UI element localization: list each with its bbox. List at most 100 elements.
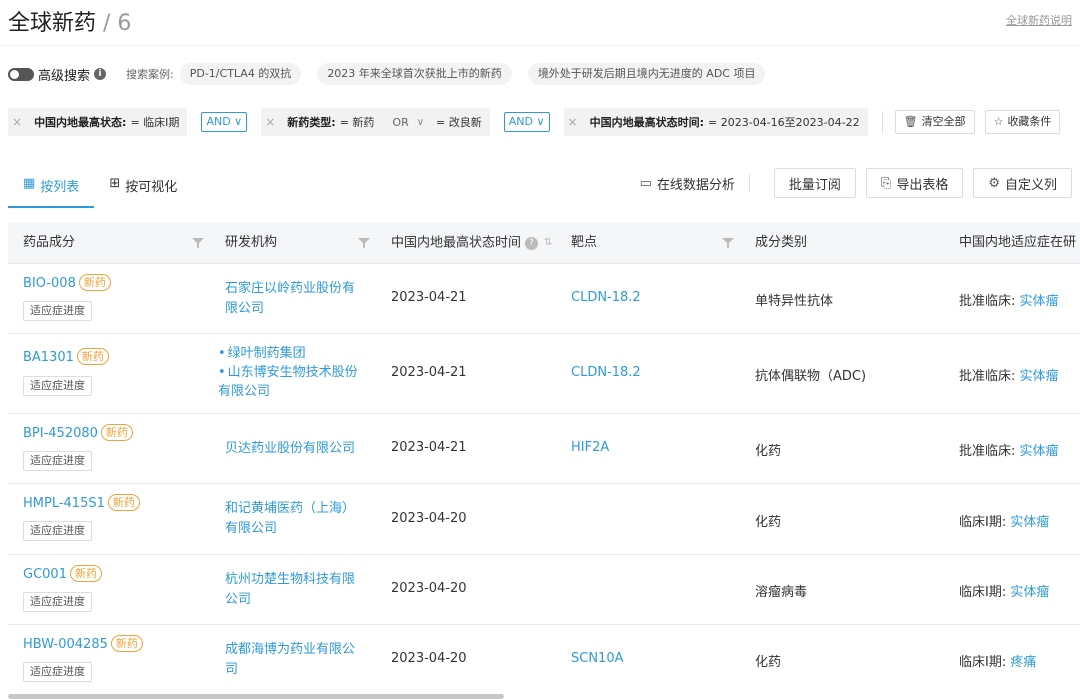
indication-progress-button[interactable]: 适应症进度 xyxy=(23,301,92,321)
indication-link[interactable]: 疼痛 xyxy=(1010,655,1036,670)
tab-visual[interactable]: ⊞ 按可视化 xyxy=(94,168,192,208)
indication-progress-button[interactable]: 适应症进度 xyxy=(23,521,92,541)
export-table-label: 导出表格 xyxy=(896,176,949,192)
filter-status-time[interactable]: × 中国内地最高状态时间: = 2023-04-16至2023-04-22 xyxy=(563,108,868,136)
sort-icon[interactable]: ⇅ xyxy=(544,237,552,248)
org-link[interactable]: 山东博安生物技术股份有限公司 xyxy=(218,365,358,399)
horizontal-scrollbar[interactable] xyxy=(8,694,504,699)
indication-link[interactable]: 实体瘤 xyxy=(1020,369,1059,384)
indication-progress-button[interactable]: 适应症进度 xyxy=(23,592,92,612)
search-row: 高级搜索 i 搜索案例: PD-1/CTLA4 的双抗 2023 年来全球首次获… xyxy=(8,62,781,86)
column-header-org: 研发机构 xyxy=(225,235,278,250)
drug-cell: BIO-008 新药 xyxy=(23,274,111,291)
chevron-down-icon[interactable]: ∨ xyxy=(417,117,424,128)
filter-key: 中国内地最高状态: xyxy=(34,116,127,129)
status-date: 2023-04-21 xyxy=(391,290,467,305)
tab-list[interactable]: ▦ 按列表 xyxy=(8,168,95,208)
drug-name-link[interactable]: BA1301 xyxy=(23,350,74,365)
help-link[interactable]: 全球新药说明 xyxy=(1006,12,1072,28)
indication-link[interactable]: 实体瘤 xyxy=(1010,515,1049,530)
clear-all-label: 清空全部 xyxy=(921,116,966,128)
indication-progress-cell: 适应症进度 xyxy=(23,662,92,682)
filter-row: × 中国内地最高状态: = 临床I期 AND ∨ × 新药类型: = 新药 OR… xyxy=(8,108,1070,136)
status-date: 2023-04-21 xyxy=(391,440,467,455)
bullet-icon: • xyxy=(218,346,226,361)
and-operator-select[interactable]: AND ∨ xyxy=(503,112,550,132)
drug-name-link[interactable]: HMPL-415S1 xyxy=(23,496,105,511)
indication-progress-cell: 适应症进度 xyxy=(23,521,92,541)
filter-key: 新药类型: xyxy=(287,116,336,129)
example-chip[interactable]: PD-1/CTLA4 的双抗 xyxy=(179,63,302,85)
example-chip[interactable]: 境外处于研发后期且境内无进度的 ADC 项目 xyxy=(527,63,766,85)
org-link[interactable]: 绿叶制药集团 xyxy=(228,346,306,361)
chart-icon: ▭ xyxy=(639,175,652,191)
target-link[interactable]: CLDN-18.2 xyxy=(571,290,641,305)
save-conditions-button[interactable]: ☆ 收藏条件 xyxy=(984,110,1061,134)
indication-progress-button[interactable]: 适应症进度 xyxy=(23,376,92,396)
target-link[interactable]: CLDN-18.2 xyxy=(571,365,641,380)
filter-drug-type[interactable]: × 新药类型: = 新药 OR ∨ = 改良新 xyxy=(261,108,490,136)
org-link[interactable]: 贝达药业股份有限公司 xyxy=(225,439,375,459)
help-icon[interactable]: ? xyxy=(525,236,539,250)
status-date: 2023-04-21 xyxy=(391,365,467,380)
org-list-item[interactable]: • 山东博安生物技术股份有限公司 xyxy=(218,363,363,401)
remove-filter-icon[interactable]: × xyxy=(12,115,22,129)
indication-status: 临床I期: xyxy=(959,515,1007,530)
clear-all-button[interactable]: 🗑 清空全部 xyxy=(894,110,975,134)
drug-name-link[interactable]: HBW-004285 xyxy=(23,637,108,652)
drug-cell: HBW-004285 新药 xyxy=(23,635,143,652)
indication-cell: 临床I期: 实体瘤 xyxy=(959,511,1049,530)
tab-list-label: 按列表 xyxy=(40,180,80,195)
org-list-item[interactable]: • 绿叶制药集团 xyxy=(218,344,363,363)
or-operator[interactable]: OR xyxy=(392,116,408,129)
target-link[interactable]: HIF2A xyxy=(571,440,609,455)
filter-icon[interactable] xyxy=(722,237,734,249)
drug-name-link[interactable]: BPI-452080 xyxy=(23,426,98,441)
indication-progress-button[interactable]: 适应症进度 xyxy=(23,451,92,471)
column-header-target: 靶点 xyxy=(571,235,598,250)
org-link[interactable]: 石家庄以岭药业股份有限公司 xyxy=(225,279,357,319)
table-row: HMPL-415S1 新药 适应症进度 和记黄埔医药（上海）有限公司 2023-0… xyxy=(8,484,1080,555)
remove-filter-icon[interactable]: × xyxy=(265,115,275,129)
drug-name-link[interactable]: GC001 xyxy=(23,567,67,582)
remove-filter-icon[interactable]: × xyxy=(568,115,578,129)
indication-status: 批准临床: xyxy=(959,444,1016,459)
batch-subscribe-label: 批量订阅 xyxy=(788,176,841,192)
export-table-button[interactable]: ⎘ 导出表格 xyxy=(865,168,964,198)
table-row: BA1301 新药 适应症进度 • 绿叶制药集团 • 山东博安生物技术股份有限公司 2… xyxy=(8,334,1080,414)
batch-subscribe-button[interactable]: 批量订阅 xyxy=(773,168,856,198)
org-link[interactable]: 杭州功楚生物科技有限公司 xyxy=(225,570,357,610)
indication-cell: 临床I期: 实体瘤 xyxy=(959,581,1049,600)
filter-icon[interactable] xyxy=(358,237,370,249)
example-chip[interactable]: 2023 年来全球首次获批上市的新药 xyxy=(317,63,512,85)
component-type: 单特异性抗体 xyxy=(755,294,834,309)
filter-icon[interactable] xyxy=(192,237,204,249)
info-icon[interactable]: i xyxy=(94,68,107,80)
target-link[interactable]: SCN10A xyxy=(571,651,624,666)
online-analysis-button[interactable]: ▭ 在线数据分析 xyxy=(640,174,735,193)
filter-value: = 改良新 xyxy=(436,116,482,129)
gear-icon: ⚙ xyxy=(988,175,1000,190)
and-operator-select[interactable]: AND ∨ xyxy=(201,112,248,132)
advanced-search-toggle[interactable] xyxy=(8,67,34,81)
indication-cell: 批准临床: 实体瘤 xyxy=(959,365,1059,384)
component-type: 抗体偶联物（ADC) xyxy=(755,369,867,384)
indication-link[interactable]: 实体瘤 xyxy=(1020,294,1059,309)
column-header-indication: 中国内地适应症在研 xyxy=(959,235,1077,250)
custom-columns-label: 自定义列 xyxy=(1004,176,1057,192)
drug-cell: BPI-452080 新药 xyxy=(23,424,133,441)
indication-link[interactable]: 实体瘤 xyxy=(1010,585,1049,600)
table-row: HBW-004285 新药 适应症进度 成都海博为药业有限公司 2023-04-2… xyxy=(8,625,1080,695)
indication-progress-cell: 适应症进度 xyxy=(23,451,92,471)
org-link[interactable]: 和记黄埔医药（上海）有限公司 xyxy=(225,499,355,539)
status-date: 2023-04-20 xyxy=(391,511,467,526)
custom-columns-button[interactable]: ⚙ 自定义列 xyxy=(973,168,1072,198)
indication-status: 临床I期: xyxy=(959,585,1007,600)
filter-value: = 临床I期 xyxy=(130,116,180,129)
indication-progress-cell: 适应症进度 xyxy=(23,301,92,321)
indication-link[interactable]: 实体瘤 xyxy=(1020,444,1059,459)
org-link[interactable]: 成都海博为药业有限公司 xyxy=(225,640,357,680)
indication-progress-button[interactable]: 适应症进度 xyxy=(23,662,92,682)
filter-status[interactable]: × 中国内地最高状态: = 临床I期 xyxy=(8,108,188,136)
drug-name-link[interactable]: BIO-008 xyxy=(23,276,76,291)
